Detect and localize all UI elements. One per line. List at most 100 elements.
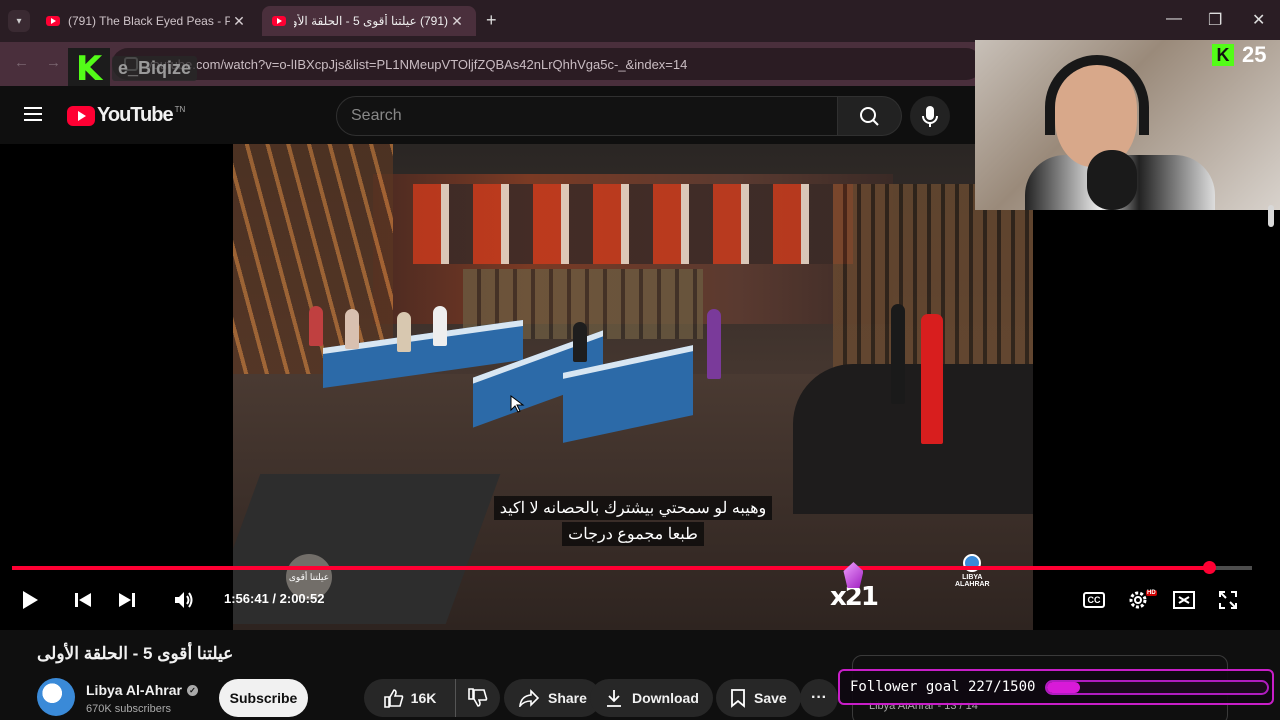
kick-icon: K	[1212, 44, 1234, 66]
fullscreen-button[interactable]	[1214, 584, 1242, 616]
like-dislike-group: 16K	[364, 679, 500, 717]
next-button[interactable]	[114, 584, 140, 616]
watermark-line: LIBYA	[962, 574, 983, 581]
microphone-arm	[1087, 150, 1137, 210]
tab-black-eyed-peas[interactable]: (791) The Black Eyed Peas - Pum ✕	[36, 6, 258, 36]
miniplayer-icon	[1173, 591, 1195, 609]
captions: وهيبه لو سمحتي بيشترك بالحصانه لا اكيد ط…	[233, 496, 1033, 548]
download-icon	[607, 690, 621, 707]
skip-previous-icon	[75, 593, 91, 607]
youtube-wordmark: YouTube	[97, 104, 174, 126]
save-label: Save	[754, 690, 787, 706]
share-button[interactable]: Share	[504, 679, 601, 717]
previous-button[interactable]	[70, 584, 96, 616]
video-title: عيلتنا أقوى 5 - الحلقة الأولى	[37, 644, 234, 663]
new-tab-button[interactable]: +	[486, 10, 497, 31]
volume-icon	[175, 592, 193, 608]
follower-goal-label: Follower goal 227/1500	[850, 679, 1036, 695]
thumbs-up-icon	[383, 689, 403, 708]
search-placeholder: Search	[351, 107, 402, 124]
page-scrollbar[interactable]	[1268, 205, 1274, 227]
channel-name-row[interactable]: Libya Al-Ahrar ✓	[86, 682, 198, 698]
play-button[interactable]	[16, 584, 44, 616]
browser-tab-strip: ▾ (791) The Black Eyed Peas - Pum ✕ (791…	[0, 0, 1280, 42]
subscribe-button[interactable]: Subscribe	[219, 679, 308, 717]
caption-line: طبعا مجموع درجات	[562, 522, 704, 546]
settings-button[interactable]	[1124, 584, 1152, 616]
miniplayer-button[interactable]	[1170, 584, 1198, 616]
microphone-icon	[922, 106, 938, 127]
voice-search-button[interactable]	[910, 96, 950, 136]
follower-goal-bar	[1045, 680, 1269, 695]
fullscreen-icon	[1219, 591, 1237, 609]
window-close-button[interactable]: ✕	[1252, 10, 1265, 30]
youtube-favicon-icon	[272, 16, 286, 26]
search-icon	[860, 107, 879, 126]
like-count: 16K	[410, 690, 437, 706]
contestant-figure	[345, 309, 359, 349]
country-code: TN	[174, 105, 186, 114]
contestant-figure	[573, 322, 587, 362]
youtube-favicon-icon	[46, 16, 60, 26]
host-figure	[891, 304, 905, 404]
search-button[interactable]	[838, 96, 902, 136]
video-frame[interactable]: عيلتنا أقوى LIBYA ALAHRAR وهيبه لو سمحتي…	[233, 144, 1033, 630]
tab-search-icon[interactable]: ▾	[8, 10, 30, 32]
viewer-count: 25	[1242, 42, 1267, 67]
tab-title: (791) The Black Eyed Peas - Pum	[68, 14, 230, 28]
follower-goal-widget: Follower goal 227/1500	[838, 669, 1274, 705]
save-button[interactable]: Save	[716, 679, 801, 717]
dislike-button[interactable]	[456, 679, 500, 717]
tab-close-icon[interactable]: ✕	[448, 13, 466, 30]
restore-button[interactable]: ❐	[1208, 10, 1222, 30]
studio-stage	[793, 364, 1033, 514]
stream-gem-alert: x21	[830, 562, 879, 612]
subscriber-count: 670K subscribers	[86, 703, 171, 715]
forward-arrow-icon[interactable]: →	[46, 54, 61, 71]
download-button[interactable]: Download	[590, 679, 713, 717]
search-input[interactable]: Search	[336, 96, 838, 136]
tab-current-video[interactable]: (791) عيلتنا أقوى 5 - الحلقة الأولى ✕	[262, 6, 476, 36]
tab-title: (791) عيلتنا أقوى 5 - الحلقة الأولى	[294, 14, 448, 28]
minimize-button[interactable]: —	[1166, 10, 1182, 28]
subtitles-button[interactable]: CC	[1080, 584, 1108, 616]
cc-icon: CC	[1083, 592, 1105, 608]
watermark-line: ALAHRAR	[955, 581, 990, 588]
bookmark-icon	[731, 689, 745, 708]
hd-badge: HD	[1146, 590, 1157, 596]
mouse-cursor-icon	[510, 395, 525, 413]
menu-icon[interactable]	[24, 107, 42, 121]
download-label: Download	[632, 690, 699, 706]
share-label: Share	[548, 690, 587, 706]
url-text: youtube.com/watch?v=o-lIBXcpJjs&list=PL1…	[146, 56, 688, 72]
kick-logo: K	[68, 48, 110, 90]
contestant-figure	[433, 306, 447, 346]
contestant-figure	[707, 309, 721, 379]
back-arrow-icon[interactable]: ←	[14, 54, 29, 71]
studio-lights	[413, 184, 853, 264]
kick-viewer-count: K 25	[1212, 42, 1266, 68]
progress-bar[interactable]	[12, 561, 1252, 574]
headset-icon	[1045, 55, 1149, 135]
channel-avatar[interactable]	[37, 678, 75, 716]
streamer-handle: e_Biqize	[112, 56, 198, 81]
play-icon	[23, 591, 38, 609]
like-button[interactable]: 16K	[364, 679, 456, 717]
thumbs-down-icon	[468, 688, 488, 707]
address-bar[interactable]: youtube.com/watch?v=o-lIBXcpJjs&list=PL1…	[112, 48, 982, 80]
channel-name[interactable]: Libya Al-Ahrar	[86, 682, 182, 698]
skip-next-icon	[119, 593, 135, 607]
contestant-figure	[397, 312, 411, 352]
youtube-logo[interactable]: YouTube TN	[67, 104, 185, 127]
host-figure	[921, 314, 943, 444]
verified-icon: ✓	[186, 684, 198, 696]
progress-scrubber[interactable]	[1202, 561, 1216, 574]
video-player[interactable]: عيلتنا أقوى LIBYA ALAHRAR وهيبه لو سمحتي…	[0, 144, 1280, 630]
tab-close-icon[interactable]: ✕	[230, 13, 248, 30]
youtube-play-logo-icon	[67, 105, 95, 126]
contestant-figure	[309, 306, 323, 346]
volume-button[interactable]	[170, 584, 198, 616]
more-actions-button[interactable]: ···	[800, 679, 838, 717]
channel-watermark: LIBYA ALAHRAR	[955, 554, 990, 588]
progress-played	[12, 566, 1209, 570]
